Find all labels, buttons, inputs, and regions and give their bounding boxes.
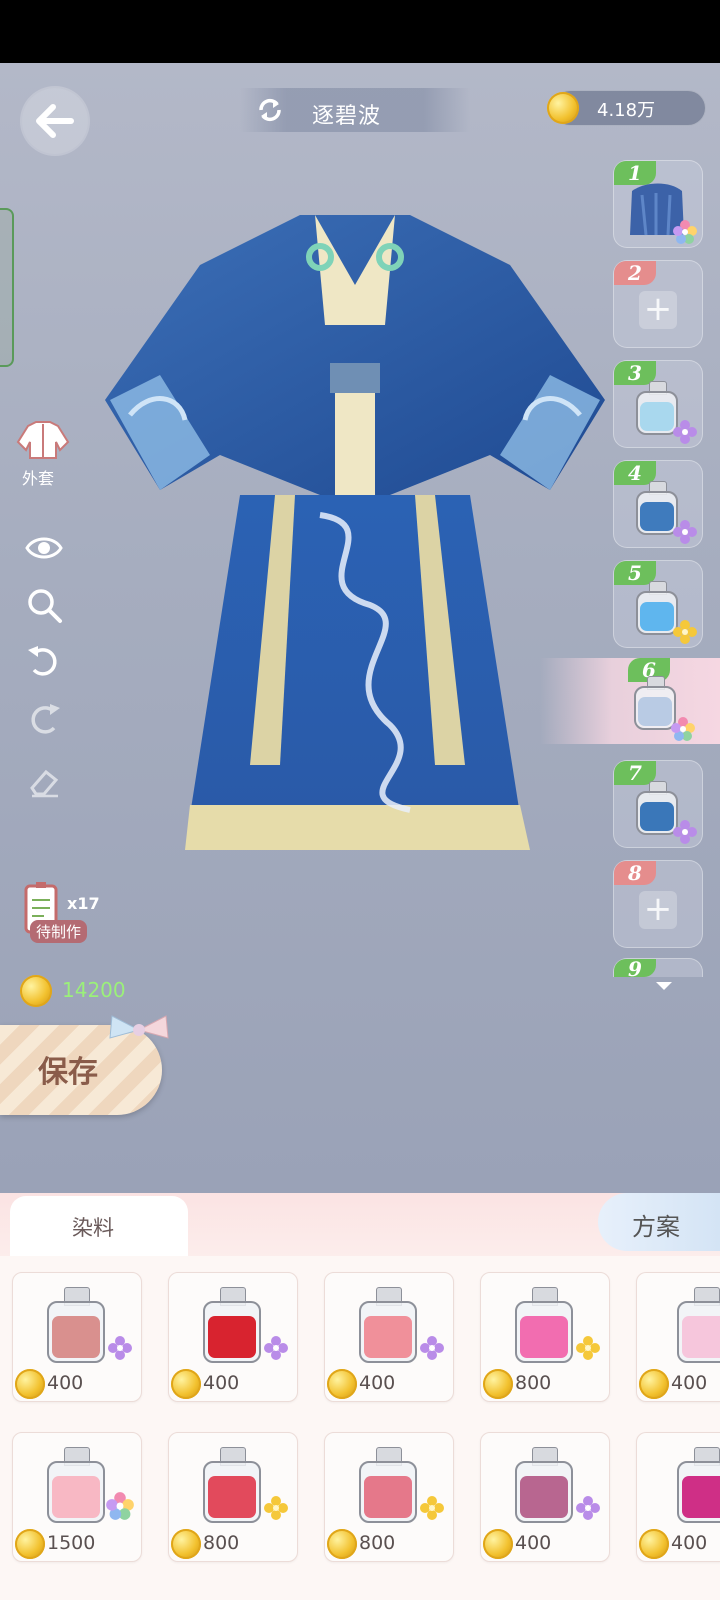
eraser-icon[interactable] bbox=[24, 762, 64, 802]
dye-card[interactable]: 400 bbox=[12, 1272, 142, 1402]
undo-icon[interactable] bbox=[24, 642, 64, 682]
category-label: 外套 bbox=[22, 469, 55, 488]
layer-slot-6[interactable]: 6 bbox=[540, 658, 720, 744]
dye-card[interactable]: 400 bbox=[480, 1432, 610, 1562]
dye-card[interactable]: 400 bbox=[636, 1272, 720, 1402]
coat-icon[interactable] bbox=[16, 420, 70, 460]
coin-icon bbox=[15, 1369, 45, 1399]
layer-slot-4[interactable]: 4 bbox=[613, 460, 703, 548]
slot-number: 2 bbox=[614, 261, 656, 285]
dye-bottle-icon bbox=[47, 1287, 105, 1363]
dye-price: 800 bbox=[515, 1372, 552, 1394]
tab-dye[interactable]: 染料 bbox=[10, 1196, 188, 1256]
dye-price: 400 bbox=[515, 1532, 552, 1554]
dye-bottle-icon bbox=[677, 1447, 720, 1523]
dye-price: 400 bbox=[203, 1372, 240, 1394]
coin-icon bbox=[547, 92, 579, 124]
layer-slot-1[interactable]: 1 bbox=[613, 160, 703, 248]
coin-icon bbox=[171, 1529, 201, 1559]
coin-icon bbox=[171, 1369, 201, 1399]
dye-card[interactable]: 400 bbox=[324, 1272, 454, 1402]
dye-bottle-icon bbox=[359, 1287, 417, 1363]
dye-price: 400 bbox=[359, 1372, 396, 1394]
dye-bottle-icon bbox=[515, 1447, 573, 1523]
gold-flower-icon bbox=[576, 1336, 600, 1360]
side-drawer-handle[interactable] bbox=[0, 208, 14, 367]
zoom-icon[interactable] bbox=[24, 585, 64, 625]
gold-flower-icon bbox=[673, 620, 697, 644]
purple-flower-icon bbox=[673, 420, 697, 444]
craft-pending-label: 待制作 bbox=[30, 920, 88, 943]
status-bar bbox=[0, 0, 720, 63]
redo-icon[interactable] bbox=[24, 700, 64, 740]
dye-bottle-icon bbox=[677, 1287, 720, 1363]
garment-preview bbox=[105, 215, 605, 850]
outfit-name: 逐碧波 bbox=[312, 104, 382, 129]
eye-icon[interactable] bbox=[24, 528, 64, 568]
coin-icon bbox=[327, 1529, 357, 1559]
currency-display: 4.18万 bbox=[547, 90, 706, 126]
purple-flower-icon bbox=[673, 520, 697, 544]
coin-icon bbox=[15, 1529, 45, 1559]
scroll-down-icon[interactable] bbox=[656, 982, 672, 990]
gold-flower-icon bbox=[264, 1496, 288, 1520]
rainbow-flower-icon bbox=[106, 1492, 134, 1520]
coin-icon bbox=[327, 1369, 357, 1399]
dye-card[interactable]: 400 bbox=[636, 1432, 720, 1562]
dye-bottle-icon bbox=[359, 1447, 417, 1523]
currency-amount: 4.18万 bbox=[597, 100, 656, 121]
tab-plan[interactable]: 方案 bbox=[598, 1193, 720, 1251]
dye-card[interactable]: 400 bbox=[168, 1272, 298, 1402]
coin-icon bbox=[20, 975, 52, 1007]
slot-number: 9 bbox=[614, 959, 656, 977]
layer-slot-7[interactable]: 7 bbox=[613, 760, 703, 848]
purple-flower-icon bbox=[420, 1336, 444, 1360]
purple-flower-icon bbox=[108, 1336, 132, 1360]
purple-flower-icon bbox=[264, 1336, 288, 1360]
coin-icon bbox=[639, 1369, 669, 1399]
back-arrow-icon bbox=[36, 104, 74, 138]
dye-bottle-icon bbox=[515, 1287, 573, 1363]
layer-slot-9[interactable]: 9 bbox=[613, 958, 703, 977]
bow-decoration-icon bbox=[109, 1015, 169, 1039]
rainbow-flower-icon bbox=[671, 717, 695, 741]
dye-price: 400 bbox=[47, 1372, 84, 1394]
coin-icon bbox=[483, 1529, 513, 1559]
save-label: 保存 bbox=[38, 1055, 98, 1090]
swap-icon[interactable] bbox=[256, 96, 284, 124]
dye-card[interactable]: 800 bbox=[480, 1272, 610, 1402]
dye-card[interactable]: 800 bbox=[324, 1432, 454, 1562]
dye-cost: 14200 bbox=[62, 978, 126, 1002]
dye-price: 400 bbox=[671, 1532, 708, 1554]
gold-flower-icon bbox=[420, 1496, 444, 1520]
layer-slot-5[interactable]: 5 bbox=[613, 560, 703, 648]
dye-card[interactable]: 1500 bbox=[12, 1432, 142, 1562]
slot-number: 8 bbox=[614, 861, 656, 885]
outfit-title-bar[interactable]: 逐碧波 bbox=[240, 88, 470, 132]
dye-bottle-icon bbox=[203, 1287, 261, 1363]
coin-icon bbox=[483, 1369, 513, 1399]
purple-flower-icon bbox=[576, 1496, 600, 1520]
dye-bottle-icon bbox=[47, 1447, 105, 1523]
rainbow-flower-icon bbox=[673, 220, 697, 244]
tab-plan-label: 方案 bbox=[632, 1213, 680, 1241]
craft-count: x17 bbox=[67, 894, 100, 913]
dye-price: 800 bbox=[359, 1532, 396, 1554]
dye-price: 400 bbox=[671, 1372, 708, 1394]
layer-slot-3[interactable]: 3 bbox=[613, 360, 703, 448]
dye-bottle-icon bbox=[203, 1447, 261, 1523]
dye-card[interactable]: 800 bbox=[168, 1432, 298, 1562]
layer-slot-2[interactable]: 2 + bbox=[613, 260, 703, 348]
tab-dye-label: 染料 bbox=[72, 1216, 114, 1240]
dye-price: 1500 bbox=[47, 1532, 96, 1554]
coin-icon bbox=[639, 1529, 669, 1559]
add-dye-icon: + bbox=[639, 291, 677, 329]
dye-price: 800 bbox=[203, 1532, 240, 1554]
layer-slot-8[interactable]: 8 + bbox=[613, 860, 703, 948]
back-button[interactable] bbox=[22, 88, 88, 154]
purple-flower-icon bbox=[673, 820, 697, 844]
add-dye-icon: + bbox=[639, 891, 677, 929]
